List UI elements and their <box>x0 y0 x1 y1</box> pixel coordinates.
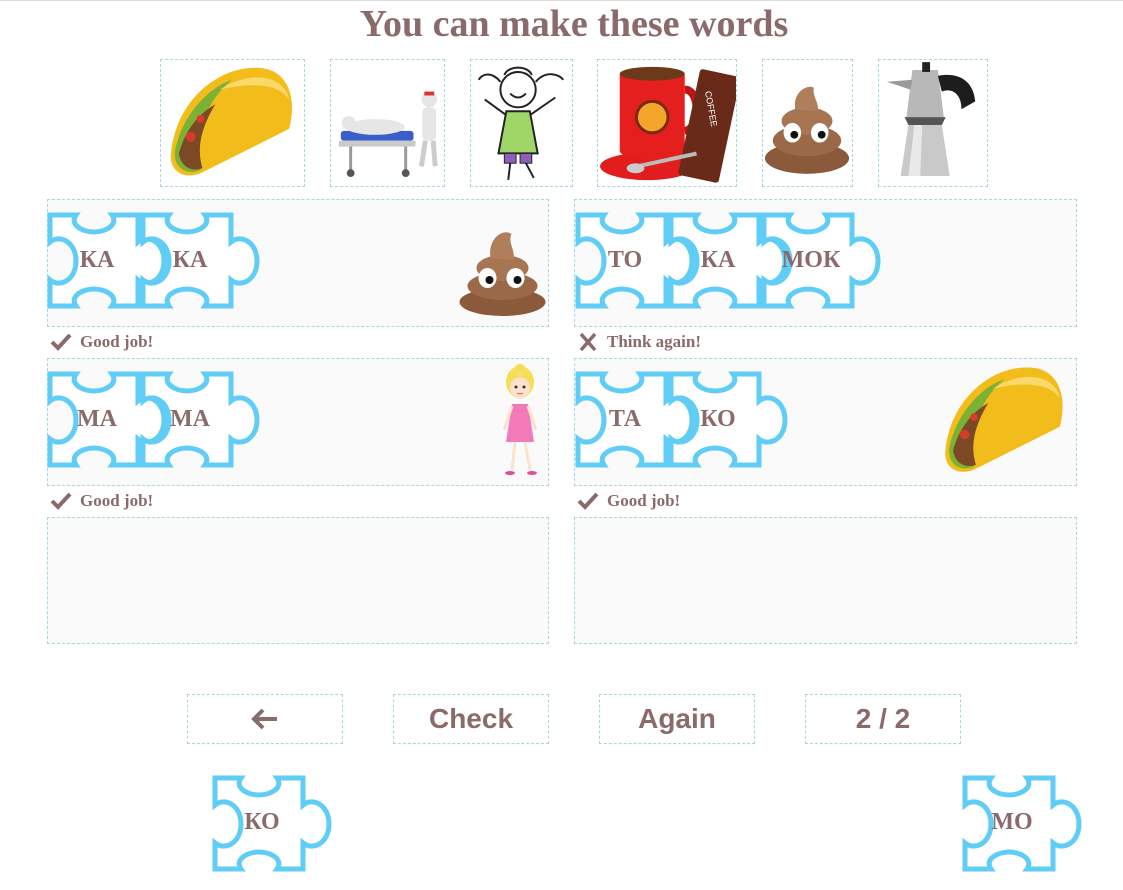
girl-drawing-icon <box>477 66 564 180</box>
hospital-bed-icon <box>338 91 438 178</box>
doll-icon <box>502 364 538 475</box>
syllable-label: МО <box>991 809 1033 835</box>
taco-icon <box>945 367 1063 472</box>
girl-drawing-picture <box>470 59 573 187</box>
feedback-4: Good job! <box>577 491 680 511</box>
feedback-1: Good job! <box>50 332 153 352</box>
poop-emoji-thumbnail <box>456 224 550 318</box>
feedback-3: Good job! <box>50 491 153 511</box>
poop-emoji-icon <box>764 86 850 174</box>
feedback-text: Think again! <box>607 332 702 351</box>
checkmark-icon <box>50 333 72 351</box>
feedback-text: Good job! <box>80 491 154 510</box>
loose-puzzle-piece[interactable]: КО <box>212 775 332 872</box>
syllable-label: МА <box>170 406 210 432</box>
check-button[interactable]: Check <box>393 694 549 744</box>
feedback-text: Good job! <box>80 332 154 351</box>
moka-pot-picture <box>878 59 988 187</box>
puzzle-piece[interactable]: КА <box>140 212 260 309</box>
syllable-label: МОК <box>781 247 841 273</box>
syllable-label: КО <box>244 809 280 835</box>
puzzle-piece[interactable]: МОК <box>761 212 881 309</box>
again-button[interactable]: Again <box>599 694 755 744</box>
syllable-label: КА <box>172 247 208 273</box>
syllable-label: МА <box>77 406 117 432</box>
loose-puzzle-piece[interactable]: МО <box>962 775 1082 872</box>
taco-icon <box>170 67 292 176</box>
syllable-label: ТО <box>607 247 643 273</box>
syllable-label: КО <box>700 406 736 432</box>
hospital-bed-picture <box>330 59 445 187</box>
puzzle-piece[interactable]: МА <box>140 371 260 468</box>
moka-pot-icon <box>886 62 976 177</box>
back-button[interactable] <box>187 694 343 744</box>
word-slot-6[interactable] <box>574 517 1077 644</box>
page-title: You can make these words <box>359 3 789 45</box>
word-slot-5[interactable] <box>47 517 549 644</box>
syllable-label: ТА <box>608 406 642 432</box>
poop-emoji-icon <box>459 232 546 316</box>
checkmark-icon <box>50 492 72 510</box>
checkmark-icon <box>577 492 599 510</box>
arrow-left-icon <box>251 708 277 730</box>
taco-picture <box>160 59 305 187</box>
syllable-label: КА <box>79 247 115 273</box>
page-indicator: 2 / 2 <box>805 694 961 744</box>
taco-thumbnail <box>935 360 1075 482</box>
coffee-mug-picture: COFFEE <box>597 59 737 187</box>
top-divider <box>0 0 1123 1</box>
mom-doll-thumbnail <box>496 360 544 480</box>
syllable-label: КА <box>700 247 736 273</box>
puzzle-piece[interactable]: КО <box>668 371 788 468</box>
feedback-2: Think again! <box>577 332 701 352</box>
feedback-text: Good job! <box>607 491 681 510</box>
coffee-mug-icon: COFFEE <box>600 66 736 183</box>
poop-emoji-picture <box>762 59 853 187</box>
cross-icon <box>579 332 597 352</box>
